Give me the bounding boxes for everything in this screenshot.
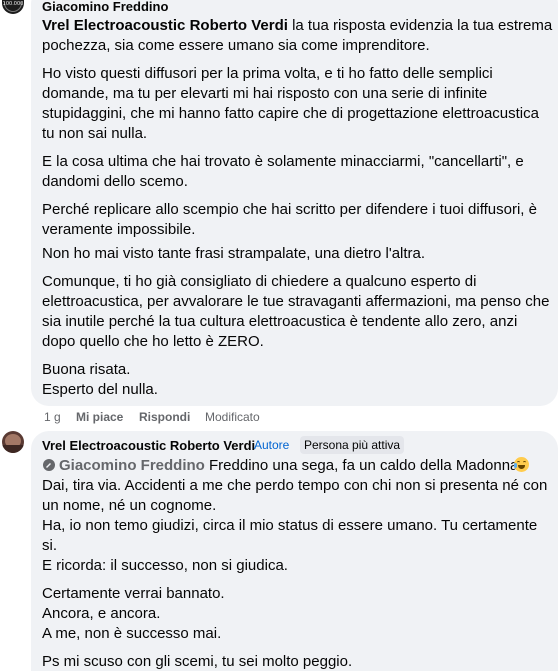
comment1-p6-l2: elettroacustica, per avvalorare le tue s…	[42, 293, 550, 310]
comment2-last: Ps mi scuso con gli scemi, tu sei molto …	[42, 653, 353, 670]
comment1-text: la tua risposta evidenzia la tua estrema	[287, 17, 553, 34]
comment1-p5: Non ho mai visto tante frasi strampalate…	[42, 245, 426, 262]
author-badge: Autore	[254, 438, 290, 452]
comment2-l5: E ricorda: il successo, non si giudica.	[42, 557, 288, 574]
comment2-l3: Ha, io non temo giudizi, circa il mio st…	[42, 517, 538, 534]
mention-link-2[interactable]: Giacomino Freddino	[59, 457, 205, 474]
top-fan-badge: Persona più attiva	[300, 436, 405, 454]
comment1-time[interactable]: 1 g	[44, 410, 61, 424]
comment2-l7: Ancora, e ancora.	[42, 605, 161, 622]
comment-author-2[interactable]: Vrel Electroacoustic Roberto Verdi	[42, 438, 255, 453]
comment1-p2-l4: tu non sai nulla.	[42, 125, 148, 142]
comment1-line-2: pochezza, sia come essere umano sia come…	[42, 37, 430, 54]
comment1-p6-l4: dopo quello che ho letto è ZERO.	[42, 333, 264, 350]
comment2-l6: Certamente verrai bannato.	[42, 585, 225, 602]
avatar-giacomino[interactable]: 100.000	[2, 0, 24, 14]
comment2-line-1: Giacomino Freddino Freddino una sega, fa…	[59, 456, 523, 476]
comment1-p2-l2: domande, ma tu per elevarti mi hai rispo…	[42, 85, 488, 102]
comment1-line-1: Vrel Electroacoustic Roberto Verdi la tu…	[42, 16, 552, 36]
comment1-p3-l1: E la cosa ultima che hai trovato è solam…	[42, 153, 524, 170]
comment1-p7-l2: Esperto del nulla.	[42, 381, 158, 398]
comment1-p2-l1: Ho visto questi diffusori per la prima v…	[42, 65, 493, 82]
comment1-p4-l1: Perché replicare allo scempio che hai sc…	[42, 201, 537, 218]
laughing-tears-emoji-icon	[514, 457, 529, 472]
comment2-l1: Dai, tira via. Accidenti a me che perdo …	[42, 477, 548, 494]
avatar-text: 100.000	[2, 1, 24, 7]
comment-author-1[interactable]: Giacomino Freddino	[42, 0, 168, 14]
like-button[interactable]: Mi piace	[76, 410, 123, 424]
comment1-p7-l1: Buona risata.	[42, 361, 131, 378]
verified-page-icon	[43, 459, 55, 471]
comment1-p4-l2: veramente impossibile.	[42, 221, 196, 238]
mention-link[interactable]: Vrel Electroacoustic Roberto Verdi	[42, 17, 288, 34]
avatar-shoulders	[2, 445, 24, 453]
comment1-p6-l1: Comunque, ti ho già consigliato di chied…	[42, 273, 477, 290]
avatar-vrel[interactable]	[2, 431, 24, 453]
edited-label[interactable]: Modificato	[205, 410, 260, 424]
comment2-l4: si.	[42, 537, 57, 554]
comment2-l2: un nome, né un cognome.	[42, 497, 217, 514]
comment1-p2-l3: stupidaggini, che mi hanno fatto capire …	[42, 105, 539, 122]
comment2-l8: A me, non è successo mai.	[42, 625, 222, 642]
comment1-p6-l3: sia inutile perché la tua cultura elettr…	[42, 313, 518, 330]
reply-button[interactable]: Rispondi	[139, 410, 190, 424]
comment2-text: Freddino una sega, fa un caldo della Mad…	[204, 457, 523, 474]
comment1-p3-l2: dandomi dello scemo.	[42, 173, 188, 190]
